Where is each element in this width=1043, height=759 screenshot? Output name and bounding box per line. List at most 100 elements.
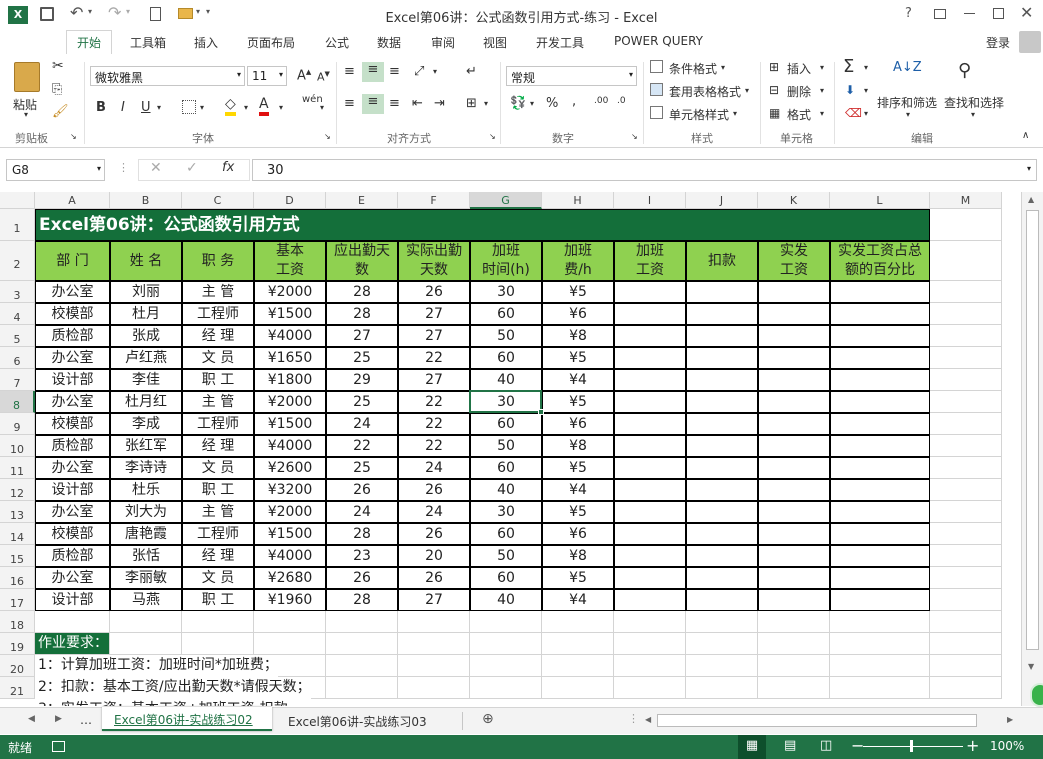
table-row-cell[interactable]: ¥8	[542, 325, 614, 347]
hscroll-thumb[interactable]	[657, 714, 977, 727]
table-row-cell[interactable]	[614, 369, 686, 391]
table-row-cell[interactable]: ¥4000	[254, 545, 326, 567]
table-row-cell[interactable]	[758, 325, 830, 347]
table-row-cell[interactable]: 刘丽	[110, 281, 182, 303]
binoculars-icon[interactable]: ⚲	[958, 60, 971, 81]
table-row-cell[interactable]: 杜月红	[110, 391, 182, 413]
zoom-level[interactable]: 100%	[990, 739, 1024, 753]
grid-cell[interactable]	[930, 545, 1002, 567]
table-format-dropdown-icon[interactable]: ▾	[745, 86, 749, 95]
table-row-cell[interactable]	[830, 347, 930, 369]
table-row-cell[interactable]	[686, 325, 758, 347]
table-row-cell[interactable]: ¥1500	[254, 413, 326, 435]
row-header[interactable]: 3	[0, 281, 35, 303]
horizontal-scrollbar[interactable]: ◀ ▶	[641, 713, 1021, 729]
table-row-cell[interactable]: ¥5	[542, 501, 614, 523]
table-format-button[interactable]: 套用表格格式	[669, 83, 741, 100]
table-row-cell[interactable]	[758, 545, 830, 567]
table-row-cell[interactable]: 60	[470, 347, 542, 369]
table-row-cell[interactable]	[830, 325, 930, 347]
table-row-cell[interactable]	[614, 391, 686, 413]
conditional-format-dropdown-icon[interactable]: ▾	[721, 63, 725, 72]
row-header[interactable]: 14	[0, 523, 35, 545]
table-row-cell[interactable]	[830, 589, 930, 611]
insert-dropdown-icon[interactable]: ▾	[820, 63, 824, 72]
autosum-dropdown-icon[interactable]: ▾	[864, 63, 868, 72]
grid-cell[interactable]	[398, 655, 470, 677]
column-header[interactable]: M	[930, 192, 1002, 209]
tab-power-query[interactable]: POWER QUERY	[614, 34, 703, 48]
font-size-select[interactable]: 11 ▾	[247, 66, 287, 86]
cell-style-button[interactable]: 单元格样式	[669, 106, 729, 123]
table-row-cell[interactable]: 24	[326, 413, 398, 435]
grid-cell[interactable]	[930, 457, 1002, 479]
table-row-cell[interactable]: ¥2000	[254, 281, 326, 303]
grid-cell[interactable]	[830, 655, 930, 677]
table-row-cell[interactable]: ¥1960	[254, 589, 326, 611]
grid-cell[interactable]	[470, 611, 542, 633]
table-row-cell[interactable]	[686, 523, 758, 545]
table-row-cell[interactable]: 李丽敏	[110, 567, 182, 589]
column-header[interactable]: G	[470, 192, 542, 209]
table-row-cell[interactable]	[614, 347, 686, 369]
table-row-cell[interactable]: 27	[398, 369, 470, 391]
italic-button[interactable]: I	[121, 100, 125, 115]
row-header[interactable]: 21	[0, 677, 35, 699]
sort-dropdown-icon[interactable]: ▾	[906, 110, 910, 119]
table-row-cell[interactable]: 22	[398, 435, 470, 457]
table-row-cell[interactable]: 张恬	[110, 545, 182, 567]
table-row-cell[interactable]: 文 员	[182, 347, 254, 369]
alignment-launcher-icon[interactable]: ↘	[489, 132, 496, 141]
table-row-cell[interactable]: ¥2600	[254, 457, 326, 479]
table-row-cell[interactable]: 22	[398, 413, 470, 435]
sheet-tab-active[interactable]: Excel第06讲-实战练习02	[102, 707, 272, 731]
delete-dropdown-icon[interactable]: ▾	[820, 86, 824, 95]
table-row-cell[interactable]: 25	[326, 391, 398, 413]
table-row-cell[interactable]: 26	[398, 281, 470, 303]
column-header[interactable]: C	[182, 192, 254, 209]
table-row-cell[interactable]: 文 员	[182, 567, 254, 589]
wrap-text-icon[interactable]: ↵	[466, 64, 477, 79]
tab-home[interactable]: 开始	[66, 30, 113, 55]
table-row-cell[interactable]	[614, 457, 686, 479]
table-row-cell[interactable]: 张成	[110, 325, 182, 347]
table-row-cell[interactable]: ¥1500	[254, 303, 326, 325]
grid-cell[interactable]	[614, 677, 686, 699]
row-header[interactable]: 9	[0, 413, 35, 435]
grid-cell[interactable]	[758, 611, 830, 633]
format-painter-icon[interactable]: 🖌	[52, 104, 69, 119]
grid-cell[interactable]	[542, 633, 614, 655]
row-header[interactable]: 15	[0, 545, 35, 567]
table-row-cell[interactable]: 工程师	[182, 413, 254, 435]
table-row-cell[interactable]: 26	[398, 523, 470, 545]
table-row-cell[interactable]	[686, 413, 758, 435]
column-header[interactable]: J	[686, 192, 758, 209]
table-row-cell[interactable]: 办公室	[35, 457, 110, 479]
table-row-cell[interactable]: ¥8	[542, 545, 614, 567]
table-row-cell[interactable]: ¥5	[542, 567, 614, 589]
sheet-tab[interactable]: Excel第06讲-实战练习03	[288, 713, 427, 730]
table-row-cell[interactable]: 质检部	[35, 325, 110, 347]
grid-cell[interactable]	[470, 677, 542, 699]
grid-cell[interactable]	[326, 633, 398, 655]
grid-cell[interactable]	[930, 501, 1002, 523]
currency-dropdown-icon[interactable]: ▾	[530, 99, 534, 108]
table-row-cell[interactable]: ¥6	[542, 523, 614, 545]
table-row-cell[interactable]: 27	[398, 303, 470, 325]
table-row-cell[interactable]: ¥4000	[254, 435, 326, 457]
table-row-cell[interactable]: 杜乐	[110, 479, 182, 501]
table-row-cell[interactable]: 29	[326, 369, 398, 391]
scroll-up-icon[interactable]: ▲	[1028, 195, 1034, 204]
increase-decimal-icon[interactable]: .00	[594, 96, 608, 106]
font-grow-icon[interactable]: A▲	[297, 68, 311, 83]
table-row-cell[interactable]: 24	[398, 457, 470, 479]
insert-function-icon[interactable]: fx	[222, 160, 234, 175]
table-row-cell[interactable]	[614, 589, 686, 611]
table-row-cell[interactable]	[830, 281, 930, 303]
table-row-cell[interactable]	[830, 413, 930, 435]
borders-dropdown-icon[interactable]: ▾	[200, 103, 204, 112]
row-header[interactable]: 6	[0, 347, 35, 369]
next-sheet-icon[interactable]: ▶	[55, 714, 62, 724]
zoom-slider[interactable]	[863, 740, 963, 752]
tab-formulas[interactable]: 公式	[325, 34, 349, 51]
